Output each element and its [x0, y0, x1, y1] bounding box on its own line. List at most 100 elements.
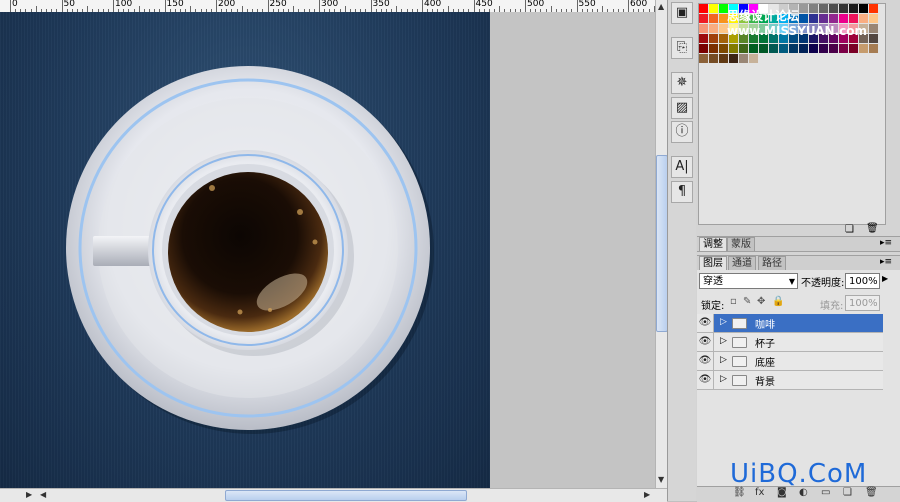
color-swatch[interactable] — [749, 44, 758, 53]
paragraph-icon[interactable]: ¶ — [671, 181, 693, 203]
color-swatch[interactable] — [769, 44, 778, 53]
color-swatch[interactable] — [699, 54, 708, 63]
histogram-icon[interactable]: ⓘ — [671, 121, 693, 143]
color-swatch[interactable] — [719, 54, 728, 63]
ruler-label: 450 — [475, 0, 493, 9]
color-swatch[interactable] — [699, 24, 708, 33]
history-icon[interactable]: ⎘ — [671, 37, 693, 59]
color-swatch[interactable] — [729, 54, 738, 63]
layer-name: 背景 — [755, 377, 775, 388]
document-canvas[interactable] — [0, 12, 490, 488]
lock-all-icon[interactable]: 🔒 — [772, 296, 784, 307]
blend-mode-value: 穿透 — [703, 276, 723, 287]
lock-move-icon[interactable]: ✥ — [757, 296, 765, 307]
layer-name: 杯子 — [755, 339, 775, 350]
folder-icon — [732, 375, 747, 386]
color-swatch[interactable] — [699, 34, 708, 43]
color-swatch[interactable] — [829, 44, 838, 53]
expand-triangle-icon[interactable]: ▷ — [720, 317, 727, 327]
tab-channels[interactable]: 通道 — [728, 256, 756, 270]
ruler-label: 500 — [527, 0, 545, 9]
color-swatch[interactable] — [839, 44, 848, 53]
navigator-icon[interactable]: ▣ — [671, 2, 693, 24]
ruler-label: 100 — [115, 0, 133, 9]
folder-icon — [732, 337, 747, 348]
coffee-artwork — [66, 66, 434, 434]
blend-mode-select[interactable]: 穿透 ▼ — [699, 273, 798, 289]
color-swatch[interactable] — [749, 54, 758, 63]
opacity-input[interactable]: 100% — [845, 273, 880, 289]
layers-menu-icon[interactable]: ▸≡ — [880, 257, 892, 267]
tab-mask[interactable]: 蒙版 — [727, 237, 755, 251]
character-icon[interactable]: A| — [671, 156, 693, 178]
eye-icon[interactable]: 👁 — [697, 314, 714, 332]
ruler-label: 150 — [166, 0, 184, 9]
expand-triangle-icon[interactable]: ▷ — [720, 374, 727, 384]
color-swatch[interactable] — [709, 34, 718, 43]
tab-paths[interactable]: 路径 — [758, 256, 786, 270]
tab-layers[interactable]: 图层 — [699, 256, 727, 270]
scroll-up-icon[interactable]: ▲ — [658, 2, 664, 11]
eye-icon[interactable]: 👁 — [697, 352, 714, 370]
expand-triangle-icon[interactable]: ▷ — [720, 355, 727, 365]
color-swatch[interactable] — [729, 44, 738, 53]
pasteboard — [490, 12, 655, 488]
scroll-right-small-icon[interactable]: ▶ — [26, 490, 32, 499]
tab-adjust[interactable]: 调整 — [699, 237, 727, 251]
chevron-down-icon: ▼ — [788, 277, 795, 286]
color-swatch[interactable] — [789, 44, 798, 53]
ruler-label: 600 — [630, 0, 648, 9]
panel-menu-icon[interactable]: ▸≡ — [880, 238, 892, 248]
lock-transparent-icon[interactable]: ▫ — [730, 296, 737, 307]
fill-input[interactable]: 100% — [845, 295, 880, 311]
ruler-label: 200 — [218, 0, 236, 9]
info-icon[interactable]: ▨ — [671, 97, 693, 119]
color-swatch[interactable] — [849, 44, 858, 53]
color-swatch[interactable] — [709, 44, 718, 53]
color-swatch[interactable] — [759, 44, 768, 53]
opacity-arrow-icon[interactable]: ▶ — [882, 274, 888, 283]
layer-row[interactable]: 👁 ▷ 背景 — [697, 371, 883, 390]
ruler-label: 0 — [12, 0, 18, 9]
coffee-surface — [168, 172, 328, 332]
scroll-left-icon[interactable]: ◀ — [40, 490, 46, 499]
color-swatch[interactable] — [709, 14, 718, 23]
color-swatch[interactable] — [739, 44, 748, 53]
horizontal-scroll-thumb[interactable] — [225, 490, 467, 501]
eye-icon[interactable]: 👁 — [697, 333, 714, 351]
opacity-label: 不透明度: — [801, 278, 845, 289]
color-swatch[interactable] — [699, 4, 708, 13]
layer-row[interactable]: 👁 ▷ 杯子 — [697, 333, 883, 352]
color-swatch[interactable] — [859, 44, 868, 53]
fill-value: 100% — [849, 298, 878, 309]
scroll-right-icon[interactable]: ▶ — [644, 490, 650, 499]
layer-row[interactable]: 👁 ▷ 咖啡 — [697, 314, 883, 333]
color-swatch[interactable] — [719, 44, 728, 53]
opacity-value: 100% — [849, 276, 878, 287]
color-swatch[interactable] — [699, 44, 708, 53]
color-swatch[interactable] — [709, 4, 718, 13]
layer-name: 咖啡 — [755, 320, 775, 331]
color-swatch[interactable] — [709, 24, 718, 33]
ruler-label: 400 — [424, 0, 442, 9]
watermark-top: 思缘设计论坛 www.MISSYUAN.com — [727, 9, 868, 38]
color-swatch[interactable] — [869, 44, 878, 53]
color-swatch[interactable] — [699, 14, 708, 23]
scroll-down-icon[interactable]: ▼ — [658, 475, 664, 484]
actions-icon[interactable]: ✵ — [671, 72, 693, 94]
color-swatch[interactable] — [709, 54, 718, 63]
delete-swatch-icon[interactable]: 🗑 — [866, 223, 879, 234]
eye-icon[interactable]: 👁 — [697, 371, 714, 389]
color-swatch[interactable] — [809, 44, 818, 53]
new-swatch-icon[interactable]: ❏ — [845, 224, 854, 235]
lock-paint-icon[interactable]: ✎ — [743, 296, 751, 307]
layer-row[interactable]: 👁 ▷ 底座 — [697, 352, 883, 371]
expand-triangle-icon[interactable]: ▷ — [720, 336, 727, 346]
color-swatch[interactable] — [799, 44, 808, 53]
ruler-label: 300 — [321, 0, 339, 9]
color-swatch[interactable] — [779, 44, 788, 53]
color-swatch[interactable] — [819, 44, 828, 53]
folder-icon — [732, 356, 747, 367]
ruler-label: 250 — [269, 0, 287, 9]
color-swatch[interactable] — [739, 54, 748, 63]
